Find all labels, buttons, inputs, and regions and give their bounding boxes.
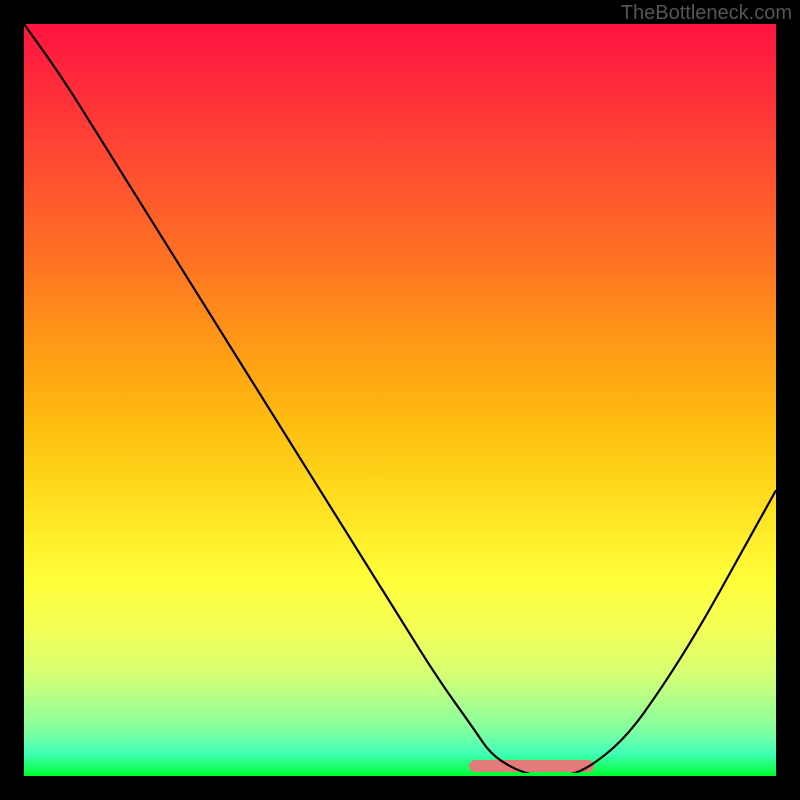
bottleneck-curve-line (24, 24, 776, 776)
chart-plot-area (24, 24, 776, 776)
watermark-text: TheBottleneck.com (621, 2, 792, 25)
green-baseline-band (24, 773, 776, 776)
chart-svg (24, 24, 776, 776)
